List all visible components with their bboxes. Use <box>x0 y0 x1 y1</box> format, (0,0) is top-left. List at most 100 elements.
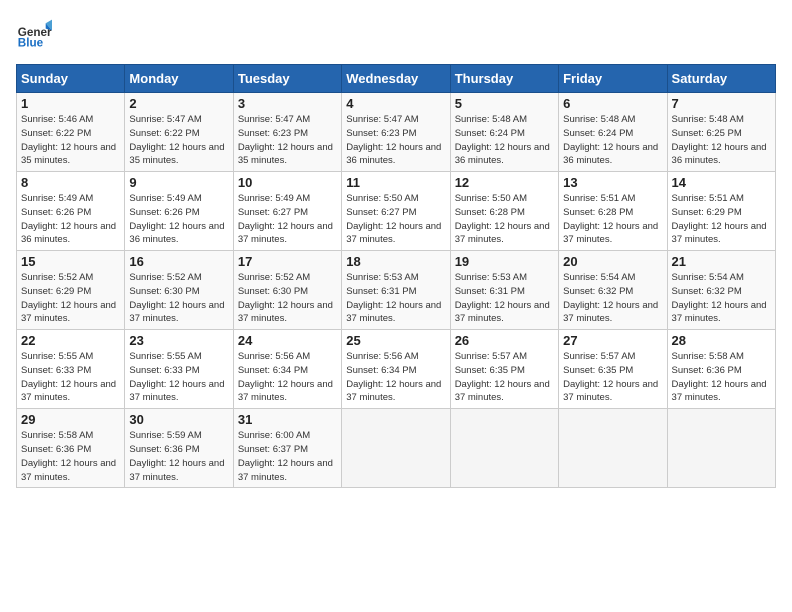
column-header-tuesday: Tuesday <box>233 65 341 93</box>
calendar-cell: 5 Sunrise: 5:48 AMSunset: 6:24 PMDaylight… <box>450 93 558 172</box>
day-info: Sunrise: 5:48 AMSunset: 6:24 PMDaylight:… <box>455 113 554 168</box>
day-info: Sunrise: 5:55 AMSunset: 6:33 PMDaylight:… <box>21 350 120 405</box>
day-number: 20 <box>563 254 662 269</box>
day-info: Sunrise: 5:50 AMSunset: 6:27 PMDaylight:… <box>346 192 445 247</box>
calendar-cell: 10Sunrise: 5:49 AMSunset: 6:27 PMDayligh… <box>233 172 341 251</box>
day-number: 19 <box>455 254 554 269</box>
day-info: Sunrise: 5:58 AMSunset: 6:36 PMDaylight:… <box>672 350 771 405</box>
day-number: 28 <box>672 333 771 348</box>
day-number: 12 <box>455 175 554 190</box>
calendar-cell: 31Sunrise: 6:00 AMSunset: 6:37 PMDayligh… <box>233 409 341 488</box>
calendar-cell: 25Sunrise: 5:56 AMSunset: 6:34 PMDayligh… <box>342 330 450 409</box>
day-number: 17 <box>238 254 337 269</box>
calendar-cell: 20Sunrise: 5:54 AMSunset: 6:32 PMDayligh… <box>559 251 667 330</box>
calendar-body: 1Sunrise: 5:46 AMSunset: 6:22 PMDaylight… <box>17 93 776 488</box>
day-info: Sunrise: 5:47 AMSunset: 6:23 PMDaylight:… <box>238 113 337 168</box>
calendar-cell: 27 Sunrise: 5:57 AMSunset: 6:35 PMDayligh… <box>559 330 667 409</box>
calendar-cell: 21 Sunrise: 5:54 AMSunset: 6:32 PMDayligh… <box>667 251 775 330</box>
day-info: Sunrise: 5:57 AMSunset: 6:35 PMDaylight:… <box>563 350 662 405</box>
calendar-cell: 6 Sunrise: 5:48 AMSunset: 6:24 PMDaylight… <box>559 93 667 172</box>
calendar-week-3: 15 Sunrise: 5:52 AMSunset: 6:29 PMDayligh… <box>17 251 776 330</box>
day-info: Sunrise: 5:55 AMSunset: 6:33 PMDaylight:… <box>129 350 228 405</box>
day-number: 15 <box>21 254 120 269</box>
day-info: Sunrise: 5:52 AMSunset: 6:29 PMDaylight:… <box>21 271 120 326</box>
day-number: 4 <box>346 96 445 111</box>
calendar-cell: 16 Sunrise: 5:52 AMSunset: 6:30 PMDayligh… <box>125 251 233 330</box>
calendar-week-4: 22 Sunrise: 5:55 AMSunset: 6:33 PMDayligh… <box>17 330 776 409</box>
day-info: Sunrise: 5:59 AMSunset: 6:36 PMDaylight:… <box>129 429 228 484</box>
calendar-cell: 8 Sunrise: 5:49 AMSunset: 6:26 PMDaylight… <box>17 172 125 251</box>
calendar-cell: 7 Sunrise: 5:48 AMSunset: 6:25 PMDaylight… <box>667 93 775 172</box>
day-number: 22 <box>21 333 120 348</box>
day-number: 14 <box>672 175 771 190</box>
column-header-thursday: Thursday <box>450 65 558 93</box>
day-number: 8 <box>21 175 120 190</box>
calendar-week-2: 8 Sunrise: 5:49 AMSunset: 6:26 PMDaylight… <box>17 172 776 251</box>
calendar-cell: 15 Sunrise: 5:52 AMSunset: 6:29 PMDayligh… <box>17 251 125 330</box>
calendar-cell: 2 Sunrise: 5:47 AMSunset: 6:22 PMDaylight… <box>125 93 233 172</box>
calendar-cell: 29Sunrise: 5:58 AMSunset: 6:36 PMDayligh… <box>17 409 125 488</box>
svg-text:Blue: Blue <box>18 37 44 50</box>
calendar-cell: 19 Sunrise: 5:53 AMSunset: 6:31 PMDayligh… <box>450 251 558 330</box>
logo-icon: General Blue <box>16 16 52 52</box>
column-header-friday: Friday <box>559 65 667 93</box>
day-info: Sunrise: 5:52 AMSunset: 6:30 PMDaylight:… <box>129 271 228 326</box>
calendar-cell: 18 Sunrise: 5:53 AMSunset: 6:31 PMDayligh… <box>342 251 450 330</box>
calendar-cell: 14Sunrise: 5:51 AMSunset: 6:29 PMDayligh… <box>667 172 775 251</box>
column-header-sunday: Sunday <box>17 65 125 93</box>
day-info: Sunrise: 5:49 AMSunset: 6:26 PMDaylight:… <box>21 192 120 247</box>
calendar-cell: 3 Sunrise: 5:47 AMSunset: 6:23 PMDaylight… <box>233 93 341 172</box>
calendar-cell: 11Sunrise: 5:50 AMSunset: 6:27 PMDayligh… <box>342 172 450 251</box>
calendar-cell: 26Sunrise: 5:57 AMSunset: 6:35 PMDayligh… <box>450 330 558 409</box>
calendar-cell: 22 Sunrise: 5:55 AMSunset: 6:33 PMDayligh… <box>17 330 125 409</box>
day-number: 6 <box>563 96 662 111</box>
day-info: Sunrise: 5:51 AMSunset: 6:28 PMDaylight:… <box>563 192 662 247</box>
day-info: Sunrise: 5:48 AMSunset: 6:25 PMDaylight:… <box>672 113 771 168</box>
day-number: 10 <box>238 175 337 190</box>
day-info: Sunrise: 5:53 AMSunset: 6:31 PMDaylight:… <box>346 271 445 326</box>
calendar-week-5: 29Sunrise: 5:58 AMSunset: 6:36 PMDayligh… <box>17 409 776 488</box>
day-info: Sunrise: 5:50 AMSunset: 6:28 PMDaylight:… <box>455 192 554 247</box>
calendar-cell <box>342 409 450 488</box>
calendar-cell: 9Sunrise: 5:49 AMSunset: 6:26 PMDaylight… <box>125 172 233 251</box>
calendar-cell: 24 Sunrise: 5:56 AMSunset: 6:34 PMDayligh… <box>233 330 341 409</box>
calendar-cell: 4 Sunrise: 5:47 AMSunset: 6:23 PMDaylight… <box>342 93 450 172</box>
day-number: 18 <box>346 254 445 269</box>
calendar-cell <box>667 409 775 488</box>
day-info: Sunrise: 5:47 AMSunset: 6:23 PMDaylight:… <box>346 113 445 168</box>
day-number: 23 <box>129 333 228 348</box>
day-number: 27 <box>563 333 662 348</box>
day-number: 16 <box>129 254 228 269</box>
day-number: 7 <box>672 96 771 111</box>
calendar-cell: 13Sunrise: 5:51 AMSunset: 6:28 PMDayligh… <box>559 172 667 251</box>
day-info: Sunrise: 5:49 AMSunset: 6:26 PMDaylight:… <box>129 192 228 247</box>
day-number: 21 <box>672 254 771 269</box>
day-number: 24 <box>238 333 337 348</box>
calendar-cell <box>450 409 558 488</box>
calendar-cell: 28 Sunrise: 5:58 AMSunset: 6:36 PMDayligh… <box>667 330 775 409</box>
column-header-monday: Monday <box>125 65 233 93</box>
day-info: Sunrise: 5:53 AMSunset: 6:31 PMDaylight:… <box>455 271 554 326</box>
calendar-cell: 12 Sunrise: 5:50 AMSunset: 6:28 PMDayligh… <box>450 172 558 251</box>
day-number: 26 <box>455 333 554 348</box>
page-header: General Blue <box>16 16 776 52</box>
day-number: 30 <box>129 412 228 427</box>
day-info: Sunrise: 5:54 AMSunset: 6:32 PMDaylight:… <box>672 271 771 326</box>
day-number: 25 <box>346 333 445 348</box>
calendar-week-1: 1Sunrise: 5:46 AMSunset: 6:22 PMDaylight… <box>17 93 776 172</box>
day-number: 5 <box>455 96 554 111</box>
day-info: Sunrise: 5:56 AMSunset: 6:34 PMDaylight:… <box>238 350 337 405</box>
column-header-saturday: Saturday <box>667 65 775 93</box>
day-number: 3 <box>238 96 337 111</box>
calendar-cell: 30 Sunrise: 5:59 AMSunset: 6:36 PMDayligh… <box>125 409 233 488</box>
day-number: 2 <box>129 96 228 111</box>
day-info: Sunrise: 5:52 AMSunset: 6:30 PMDaylight:… <box>238 271 337 326</box>
day-number: 29 <box>21 412 120 427</box>
calendar-cell: 17 Sunrise: 5:52 AMSunset: 6:30 PMDayligh… <box>233 251 341 330</box>
day-info: Sunrise: 5:47 AMSunset: 6:22 PMDaylight:… <box>129 113 228 168</box>
calendar-cell: 23 Sunrise: 5:55 AMSunset: 6:33 PMDayligh… <box>125 330 233 409</box>
day-number: 1 <box>21 96 120 111</box>
day-info: Sunrise: 5:48 AMSunset: 6:24 PMDaylight:… <box>563 113 662 168</box>
logo: General Blue <box>16 16 52 52</box>
day-number: 31 <box>238 412 337 427</box>
